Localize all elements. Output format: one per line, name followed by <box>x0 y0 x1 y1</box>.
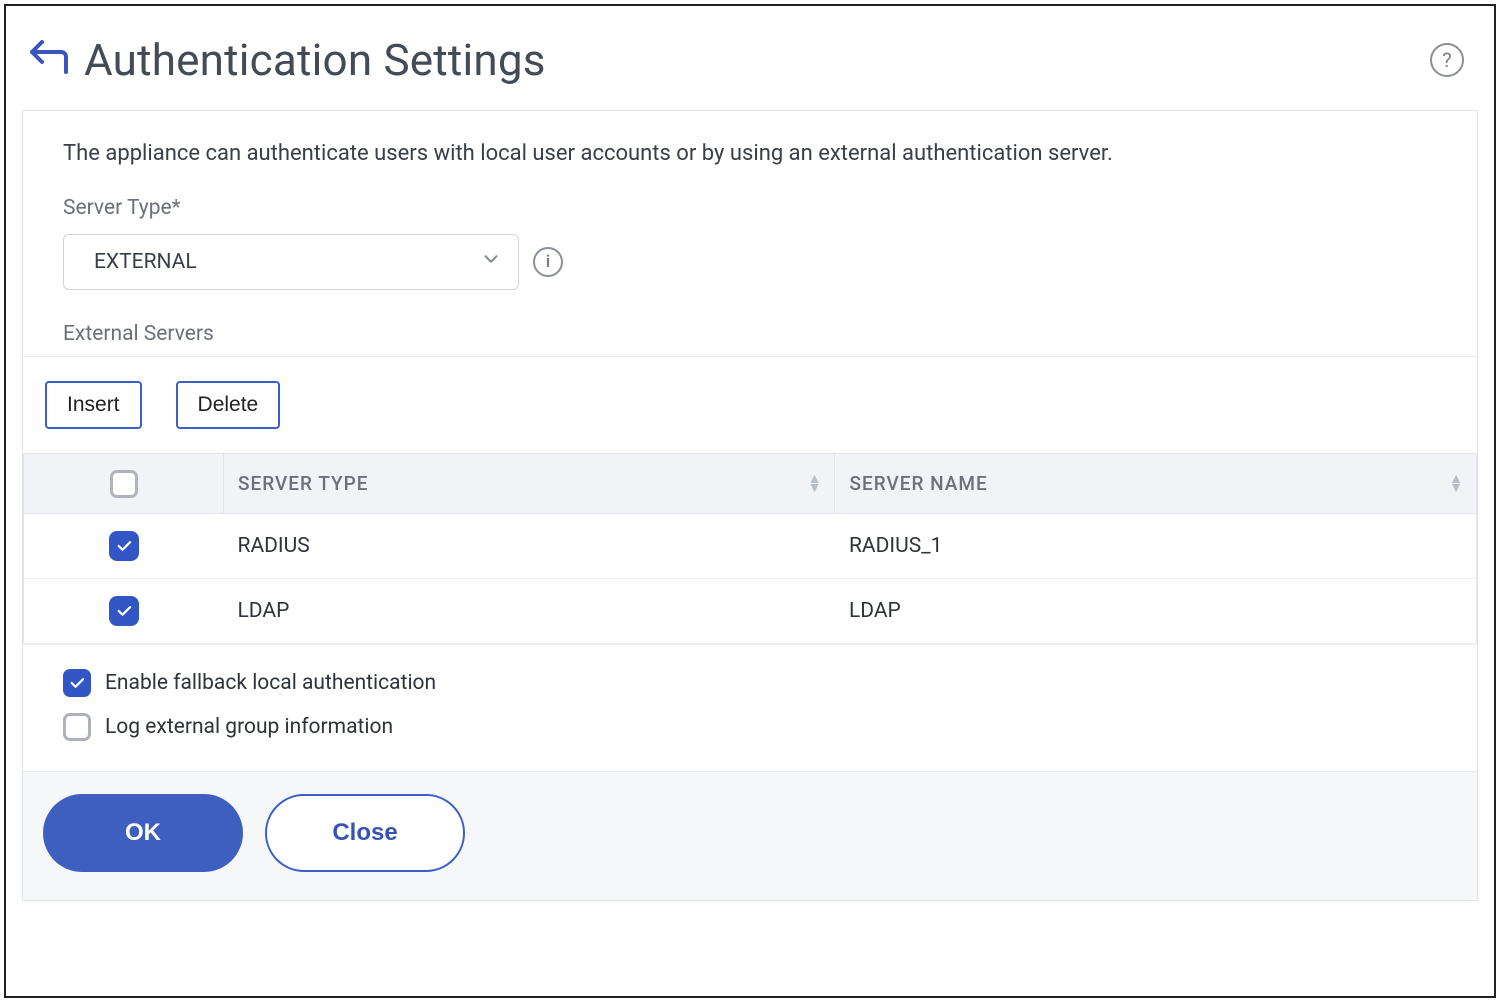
col-server-type[interactable]: SERVER TYPE ▲▼ <box>224 454 835 514</box>
dialog-footer: OK Close <box>23 771 1477 900</box>
ok-button[interactable]: OK <box>43 794 243 872</box>
info-icon[interactable]: i <box>533 247 563 277</box>
row-checkbox[interactable] <box>109 596 139 626</box>
close-button[interactable]: Close <box>265 794 465 872</box>
page-title: Authentication Settings <box>84 34 546 86</box>
cell-server-type: RADIUS <box>224 514 835 579</box>
external-servers-label: External Servers <box>63 322 1437 346</box>
fallback-label: Enable fallback local authentication <box>105 671 436 695</box>
delete-button[interactable]: Delete <box>176 381 281 429</box>
log-group-label: Log external group information <box>105 715 393 739</box>
cell-server-name: LDAP <box>835 579 1477 644</box>
options-section: Enable fallback local authentication Log… <box>23 644 1477 771</box>
back-icon[interactable] <box>26 40 70 80</box>
sort-icon: ▲▼ <box>1449 475 1464 493</box>
auth-settings-window: Authentication Settings ? The appliance … <box>4 4 1496 998</box>
insert-button[interactable]: Insert <box>45 381 142 429</box>
external-servers-toolbar: Insert Delete <box>23 356 1477 453</box>
server-type-value: EXTERNAL <box>94 250 197 274</box>
sort-icon: ▲▼ <box>808 475 823 493</box>
help-icon[interactable]: ? <box>1430 43 1464 77</box>
row-checkbox[interactable] <box>109 531 139 561</box>
external-servers-table: SERVER TYPE ▲▼ SERVER NAME ▲▼ <box>23 453 1477 644</box>
server-type-label: Server Type* <box>63 196 1437 220</box>
page-header: Authentication Settings ? <box>22 28 1478 110</box>
table-row[interactable]: LDAP LDAP <box>24 579 1477 644</box>
settings-panel: The appliance can authenticate users wit… <box>22 110 1478 901</box>
select-all-checkbox[interactable] <box>110 470 138 498</box>
table-row[interactable]: RADIUS RADIUS_1 <box>24 514 1477 579</box>
fallback-checkbox[interactable] <box>63 669 91 697</box>
cell-server-name: RADIUS_1 <box>835 514 1477 579</box>
log-group-checkbox[interactable] <box>63 713 91 741</box>
col-checkbox-header <box>24 454 224 514</box>
server-type-select[interactable]: EXTERNAL <box>63 234 519 290</box>
description-text: The appliance can authenticate users wit… <box>63 141 1437 166</box>
col-server-name[interactable]: SERVER NAME ▲▼ <box>835 454 1477 514</box>
log-group-option[interactable]: Log external group information <box>63 705 1437 749</box>
fallback-option[interactable]: Enable fallback local authentication <box>63 661 1437 705</box>
cell-server-type: LDAP <box>224 579 835 644</box>
chevron-down-icon <box>480 248 502 276</box>
